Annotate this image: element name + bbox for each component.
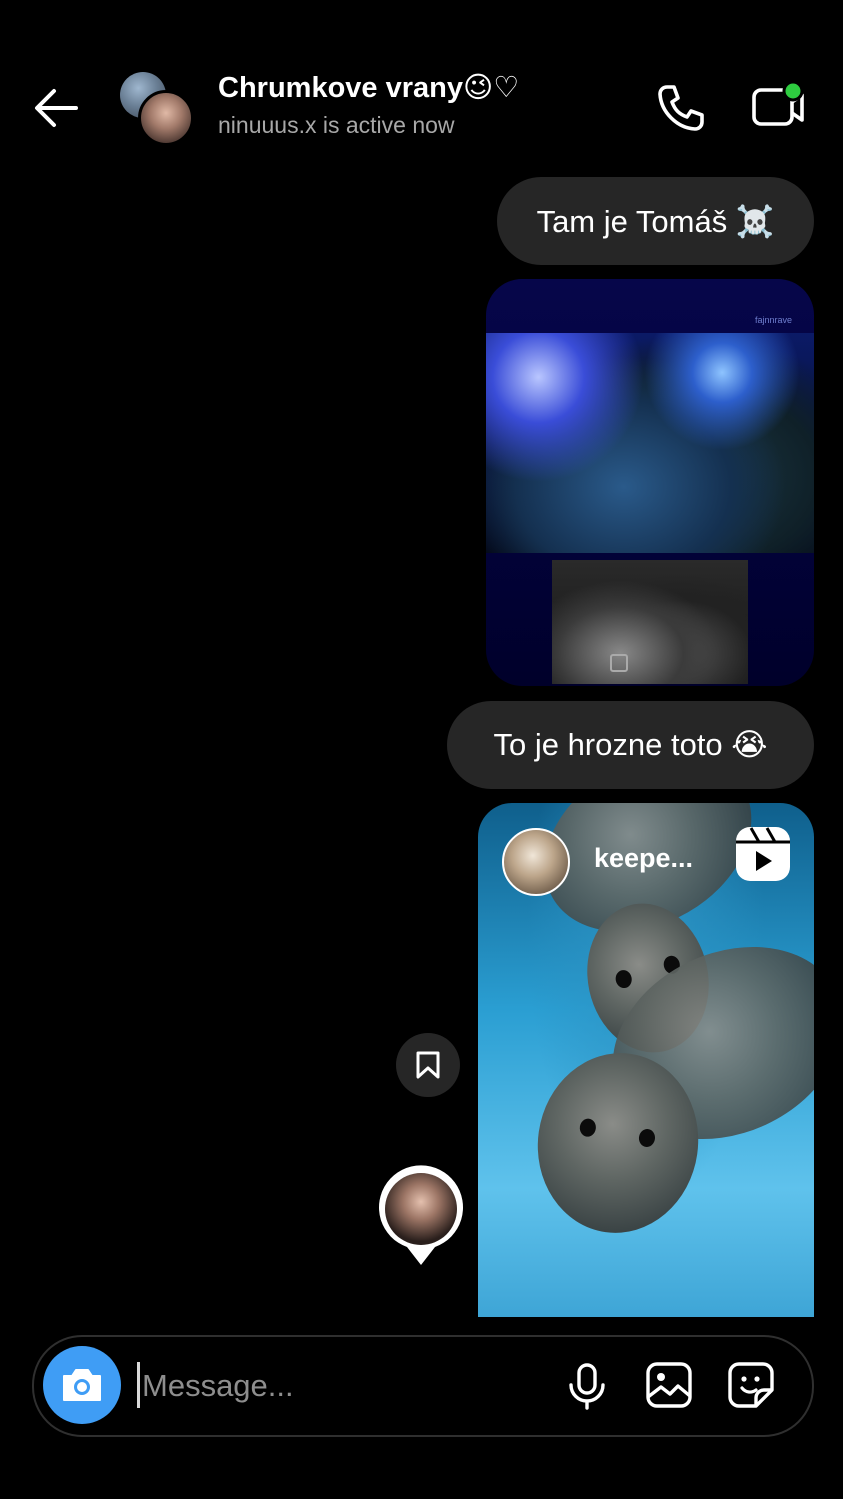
online-dot — [782, 80, 804, 102]
gallery-mark-icon — [610, 654, 628, 672]
group-avatar[interactable] — [120, 72, 194, 146]
message-bubble[interactable]: Tam je Tomáš ☠️ — [497, 177, 814, 265]
gallery-button[interactable] — [644, 1360, 694, 1410]
back-button[interactable] — [30, 86, 84, 130]
inset-photo — [552, 560, 748, 684]
chat-title[interactable]: Chrumkove vrany😉♡ — [218, 70, 519, 105]
back-arrow-icon — [35, 89, 78, 127]
message-bubble[interactable]: To je hrozne toto 😭 — [447, 701, 814, 789]
voice-message-button[interactable] — [566, 1362, 608, 1410]
message-input[interactable] — [140, 1360, 544, 1412]
seen-avatar — [377, 1165, 465, 1267]
call-button[interactable] — [655, 82, 707, 134]
camera-icon — [63, 1369, 101, 1401]
microphone-icon — [569, 1363, 605, 1410]
save-button[interactable] — [396, 1033, 460, 1097]
phone-icon — [658, 85, 704, 131]
concert-photo — [486, 333, 814, 553]
sticker-icon — [728, 1362, 774, 1408]
message-text: To je hrozne toto 😭 — [493, 727, 768, 762]
gallery-icon — [646, 1362, 692, 1408]
camera-button[interactable] — [43, 1346, 121, 1424]
reels-icon — [736, 827, 790, 881]
active-status: ninuuus.x is active now — [218, 112, 455, 138]
reel-author-avatar[interactable] — [502, 828, 570, 896]
image-watermark: fajnnrave — [754, 315, 792, 325]
bookmark-icon — [416, 1051, 440, 1079]
video-camera-icon — [752, 80, 804, 126]
message-text: Tam je Tomáš ☠️ — [536, 203, 775, 239]
shared-image[interactable]: fajnnrave — [486, 279, 814, 686]
avatar — [138, 90, 194, 146]
sticker-button[interactable] — [726, 1360, 776, 1410]
shared-reel[interactable]: keepe... — [478, 803, 814, 1317]
reel-username[interactable]: keepe... — [594, 843, 693, 874]
video-call-button[interactable] — [748, 80, 808, 132]
